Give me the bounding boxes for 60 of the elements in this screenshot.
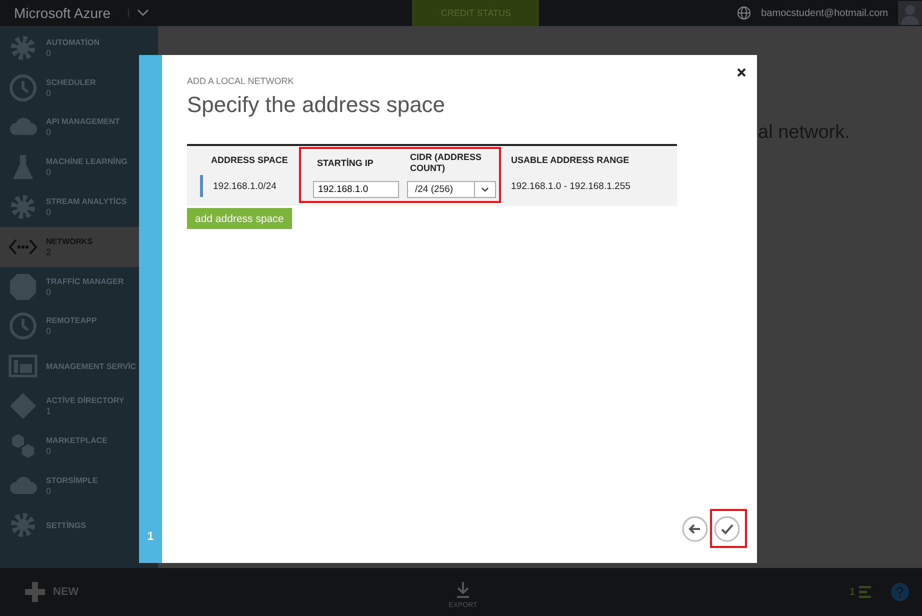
sidebar-item[interactable]: STREAM ANALYTİCS 0 <box>0 187 158 227</box>
dialog-subtitle: ADD A LOCAL NETWORK <box>187 76 294 86</box>
sidebar-label: STREAM ANALYTİCS <box>46 197 127 206</box>
sidebar-item[interactable]: REMOTEAPP 0 <box>0 306 158 346</box>
back-button[interactable] <box>682 516 708 542</box>
sidebar-label: API MANAGEMENT <box>46 117 120 126</box>
sidebar-label: STORSİMPLE <box>46 476 98 485</box>
item-count: 0 <box>46 207 52 218</box>
clock-icon <box>8 72 38 103</box>
sidebar-item[interactable]: MACHİNE LEARNİNG 0 <box>0 147 158 188</box>
sidebar-item[interactable]: API MANAGEMENT 0 <box>0 108 158 148</box>
sidebar-item[interactable]: TRAFFİC MANAGER 0 <box>0 266 158 307</box>
sidebar-label: SETTİNGS <box>46 520 86 530</box>
close-icon[interactable] <box>737 68 746 77</box>
brand-title: Microsoft Azure <box>14 5 110 21</box>
sidebar-label: MACHİNE LEARNİNG <box>46 157 128 166</box>
item-count: 0 <box>46 48 52 58</box>
new-button[interactable]: NEW <box>25 582 79 602</box>
item-count: 0 <box>46 486 52 496</box>
table-cell: 192.168.1.0/24 <box>213 180 276 192</box>
add-address-space-button[interactable]: add address space <box>187 208 292 229</box>
row-marker <box>200 175 203 197</box>
sidebar-label: REMOTEAPP <box>46 316 97 326</box>
sidebar-label: ACTİVE DİRECTORY <box>46 396 124 406</box>
user-email[interactable]: bamocstudent@hotmail.com <box>761 8 888 18</box>
table-cell: 192.168.1.0 - 192.168.1.255 <box>511 180 630 192</box>
sidebar-label: TRAFFİC MANAGER <box>46 276 124 286</box>
download-icon <box>456 582 470 598</box>
sidebar-label: SCHEDULER <box>46 78 96 87</box>
item-count: 0 <box>46 326 52 336</box>
confirm-button[interactable] <box>714 516 740 542</box>
item-count: 0 <box>46 286 52 297</box>
column-header: CIDR (ADDRESS COUNT) <box>409 151 483 175</box>
sidebar-item[interactable]: MANAGEMENT SERVİC <box>0 346 158 386</box>
sidebar-label: MARKETPLACE <box>46 436 108 445</box>
plus-icon <box>25 582 45 602</box>
starting-ip-field[interactable]: 192.168.1.0 <box>313 180 399 198</box>
item-count: 0 <box>46 446 52 456</box>
sidebar-item[interactable]: ACTİVE DİRECTORY 1 <box>0 386 158 426</box>
column-header: STARTİNG IP <box>316 156 374 170</box>
sidebar-item[interactable]: AUTOMATİON 0 <box>0 28 158 68</box>
column-header: ADDRESS SPACE <box>210 154 289 167</box>
globe-icon[interactable] <box>737 6 752 20</box>
item-count: 0 <box>46 88 52 98</box>
sidebar-label: MANAGEMENT SERVİC <box>46 362 136 371</box>
chevron-down-icon <box>481 186 489 192</box>
octagon-icon <box>8 272 38 302</box>
item-count: 1 <box>46 406 52 416</box>
sidebar-item[interactable]: STORSİMPLE 0 <box>0 466 158 506</box>
item-count: 0 <box>46 167 52 178</box>
sidebar-item[interactable]: SCHEDULER 0 <box>0 68 158 108</box>
cidr-dropdown[interactable]: /24 (256) <box>407 180 496 198</box>
sidebar-label: AUTOMATİON <box>46 38 100 47</box>
dialog-title: Specify the address space <box>187 92 446 118</box>
chevron-down-icon[interactable] <box>128 9 150 17</box>
column-header: USABLE ADDRESS RANGE <box>511 154 630 167</box>
sidebar-item[interactable]: MARKETPLACE 0 <box>0 426 158 466</box>
diamond-icon <box>8 391 38 422</box>
item-count: 0 <box>46 127 52 138</box>
step-number: 1 <box>147 529 154 543</box>
